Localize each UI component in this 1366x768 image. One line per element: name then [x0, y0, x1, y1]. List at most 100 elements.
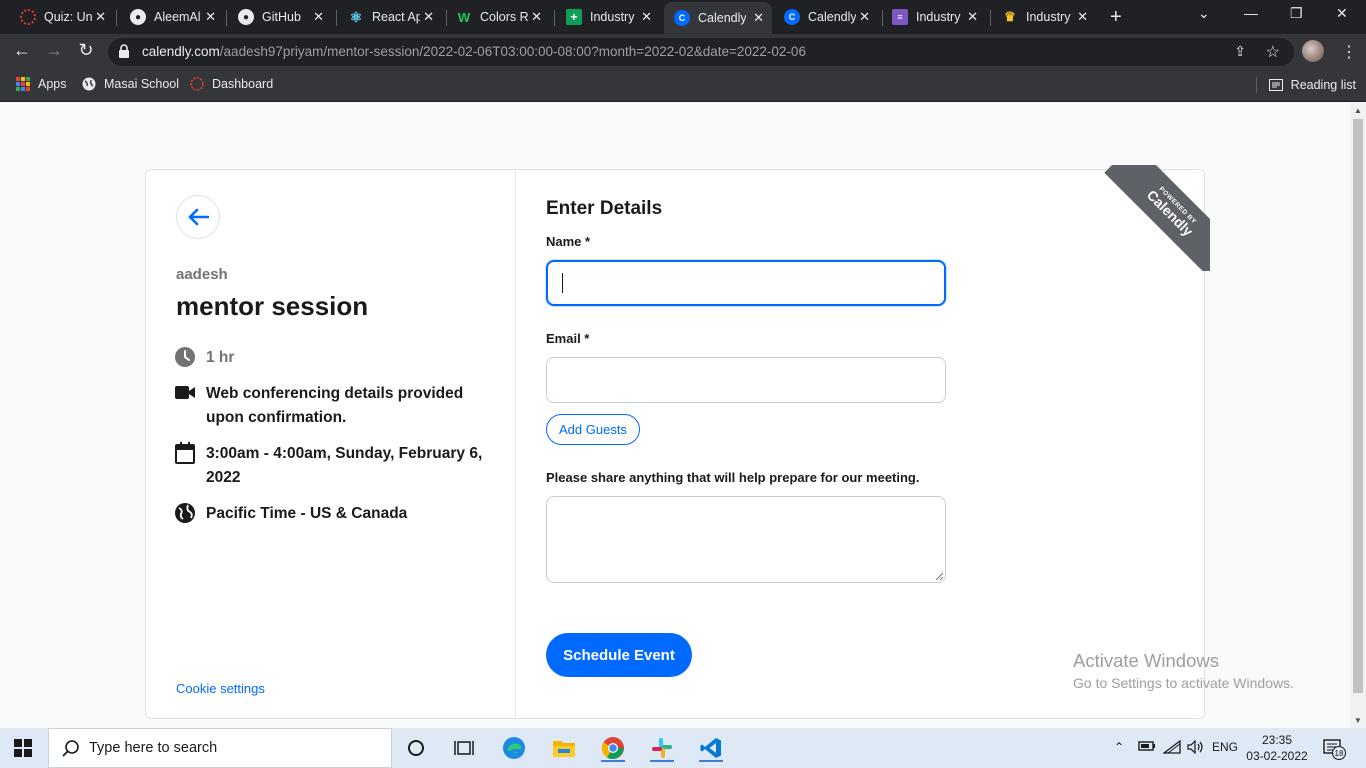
email-label: Email * — [546, 331, 590, 346]
duration-row: 1 hr — [174, 346, 496, 370]
browser-tab[interactable]: W Colors R ✕ — [446, 3, 550, 31]
browser-tab[interactable]: ● AleemAl ✕ — [120, 3, 224, 31]
page-scrollbar[interactable]: ▲ ▼ — [1350, 103, 1366, 728]
schedule-event-button[interactable]: Schedule Event — [546, 633, 692, 677]
new-tab-button[interactable]: + — [1110, 6, 1122, 29]
wifi-icon[interactable] — [1162, 739, 1181, 757]
system-clock[interactable]: 23:35 03-02-2022 — [1244, 732, 1310, 764]
browser-tab[interactable]: ⚛ React Ap ✕ — [338, 3, 442, 31]
close-icon[interactable]: ✕ — [1077, 9, 1088, 25]
bookmark-dashboard[interactable]: Dashboard — [190, 77, 273, 91]
notes-textarea[interactable] — [546, 496, 946, 583]
powered-by-badge[interactable]: POWERED BY Calendly — [1104, 165, 1210, 271]
restore-icon[interactable]: ❐ — [1290, 5, 1303, 22]
tab-separator — [554, 10, 555, 26]
menu-kebab-icon[interactable]: ⋮ — [1341, 42, 1357, 62]
tab-title: Industry — [590, 10, 635, 24]
back-arrow-icon[interactable]: ← — [10, 40, 34, 61]
close-icon[interactable]: ✕ — [313, 9, 324, 25]
close-icon[interactable]: ✕ — [641, 9, 652, 25]
window-close-icon[interactable]: ✕ — [1336, 5, 1348, 22]
bookmark-label: Apps — [38, 77, 67, 91]
bookmark-star-icon[interactable]: ☆ — [1266, 42, 1280, 62]
timezone-row: Pacific Time - US & Canada — [174, 502, 496, 526]
reload-icon[interactable]: ↻ — [74, 40, 98, 61]
browser-tab-active[interactable]: C Calendly ✕ — [664, 2, 772, 34]
notifications-icon[interactable]: 18 — [1322, 738, 1346, 761]
battery-icon[interactable] — [1138, 740, 1156, 755]
tab-separator — [116, 10, 117, 26]
tab-strip: Quiz: Un ✕ ● AleemAl ✕ ● GitHub ✕ ⚛ Reac… — [0, 0, 1366, 34]
share-icon[interactable]: ⇪ — [1234, 43, 1246, 60]
tab-search-icon[interactable]: ⌄ — [1198, 5, 1210, 22]
booking-card: aadesh mentor session 1 hr Web conferenc… — [145, 169, 1205, 719]
browser-tab[interactable]: ♛ Industry ✕ — [992, 3, 1096, 31]
reading-list[interactable]: Reading list — [1255, 77, 1356, 93]
language-indicator[interactable]: ENG — [1212, 740, 1238, 754]
watermark-title: Activate Windows — [1073, 650, 1219, 671]
scrollbar-thumb[interactable] — [1353, 119, 1363, 693]
chrome-icon[interactable] — [599, 734, 627, 762]
browser-tab[interactable]: ≡ Industry ✕ — [882, 3, 986, 31]
datetime-text: 3:00am - 4:00am, Sunday, February 6, 202… — [206, 445, 483, 486]
bookmark-apps[interactable]: Apps — [16, 77, 67, 91]
close-icon[interactable]: ✕ — [95, 9, 106, 25]
close-icon[interactable]: ✕ — [967, 9, 978, 25]
tab-title: Calendly — [698, 11, 746, 25]
email-input[interactable] — [546, 357, 946, 403]
duration-text: 1 hr — [206, 349, 235, 366]
browser-toolbar: ← → ↻ calendly.com/aadesh97priyam/mentor… — [0, 34, 1366, 70]
minimize-icon[interactable]: — — [1244, 5, 1258, 21]
calendly-icon: C — [784, 9, 800, 25]
name-input[interactable] — [546, 260, 946, 306]
masai-icon — [190, 77, 204, 91]
profile-avatar[interactable] — [1302, 40, 1324, 62]
tab-title: Colors R — [480, 10, 528, 24]
add-guests-button[interactable]: Add Guests — [546, 414, 640, 445]
task-view-icon[interactable] — [450, 734, 478, 762]
close-icon[interactable]: ✕ — [423, 9, 434, 25]
browser-tab[interactable]: ● GitHub ✕ — [228, 3, 332, 31]
lock-icon — [119, 44, 129, 58]
browser-tab[interactable]: Quiz: Un ✕ — [10, 3, 114, 31]
event-details-pane: aadesh mentor session 1 hr Web conferenc… — [146, 170, 516, 718]
cookie-settings-link[interactable]: Cookie settings — [176, 681, 265, 696]
scroll-down-icon[interactable]: ▼ — [1354, 716, 1362, 725]
notes-label: Please share anything that will help pre… — [546, 470, 920, 485]
bookmarks-bar: Apps Masai School Dashboard Reading list — [0, 70, 1366, 102]
windows-start-icon[interactable] — [14, 739, 32, 757]
browser-tab[interactable]: + Industry ✕ — [556, 3, 660, 31]
calendar-icon — [175, 442, 195, 464]
address-bar[interactable]: calendly.com/aadesh97priyam/mentor-sessi… — [108, 38, 1294, 66]
apps-grid-icon — [16, 77, 30, 91]
bookmark-masai-school[interactable]: Masai School — [82, 77, 179, 91]
datetime-row: 3:00am - 4:00am, Sunday, February 6, 202… — [174, 442, 496, 490]
url-path: /aadesh97priyam/mentor-session/2022-02-0… — [219, 44, 806, 59]
close-icon[interactable]: ✕ — [205, 9, 216, 25]
form-title: Enter Details — [546, 198, 663, 219]
vscode-icon[interactable] — [697, 734, 725, 762]
resize-handle-icon[interactable] — [935, 572, 943, 580]
chevron-up-icon[interactable]: ⌃ — [1114, 740, 1124, 754]
scroll-up-icon[interactable]: ▲ — [1354, 106, 1362, 115]
slack-icon[interactable] — [648, 734, 676, 762]
reading-list-icon — [1268, 79, 1283, 91]
globe-icon — [82, 77, 96, 91]
close-icon[interactable]: ✕ — [859, 9, 870, 25]
edge-icon[interactable] — [500, 734, 528, 762]
video-camera-icon — [175, 386, 195, 399]
file-explorer-icon[interactable] — [550, 734, 578, 762]
close-icon[interactable]: ✕ — [753, 10, 764, 26]
cortana-icon[interactable] — [402, 734, 430, 762]
conferencing-row: Web conferencing details provided upon c… — [174, 382, 496, 430]
back-button[interactable] — [176, 195, 220, 239]
details-form: Enter Details Name * Email * Add Guests … — [516, 170, 1204, 718]
conferencing-text: Web conferencing details provided upon c… — [206, 385, 464, 426]
volume-icon[interactable] — [1187, 739, 1205, 757]
browser-tab[interactable]: C Calendly ✕ — [774, 3, 878, 31]
tab-title: Quiz: Un — [44, 10, 92, 24]
taskbar-search-box[interactable]: Type here to search — [48, 728, 392, 768]
masai-icon — [20, 9, 36, 25]
close-icon[interactable]: ✕ — [531, 9, 542, 25]
forward-arrow-icon[interactable]: → — [42, 40, 66, 61]
